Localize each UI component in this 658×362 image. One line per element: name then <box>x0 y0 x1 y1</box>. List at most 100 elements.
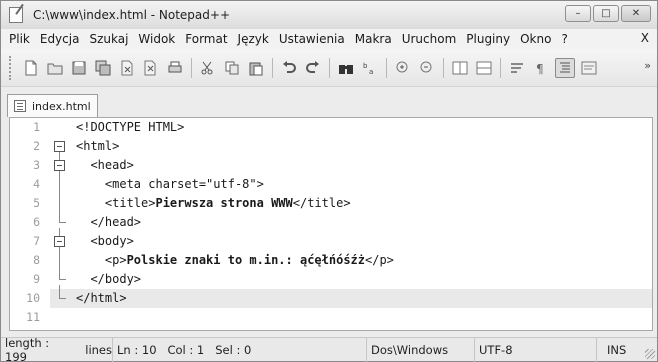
undo-icon[interactable] <box>279 58 299 78</box>
menu-widok[interactable]: Widok <box>133 32 180 46</box>
toolbar-separator <box>386 57 387 78</box>
code-line[interactable]: 2 <html> <box>10 137 652 156</box>
code-fragment: </title> <box>292 196 351 210</box>
status-length-lines: length : 199 lines <box>1 336 113 362</box>
status-insert-mode[interactable]: INS <box>597 338 641 362</box>
cut-icon[interactable] <box>198 58 218 78</box>
toolbar-overflow-button[interactable]: » <box>644 59 651 72</box>
line-number: 6 <box>10 213 50 232</box>
open-file-icon[interactable] <box>45 58 65 78</box>
menu-makra[interactable]: Makra <box>350 32 397 46</box>
tab-index-html[interactable]: index.html <box>7 94 98 117</box>
menu-plik[interactable]: Plik <box>1 32 35 46</box>
code-line[interactable]: 5 <title>Pierwsza strona WWW</title> <box>10 194 652 213</box>
fold-toggle-icon[interactable] <box>54 141 65 152</box>
code-line[interactable]: 6 </head> <box>10 213 652 232</box>
status-bar: length : 199 lines Ln : 10 Col : 1 Sel :… <box>1 336 657 362</box>
save-all-icon[interactable] <box>93 58 113 78</box>
status-encoding[interactable]: UTF-8 <box>475 337 597 362</box>
fold-end-marker <box>59 213 66 223</box>
zoom-out-icon[interactable] <box>417 58 437 78</box>
window-title: C:\www\index.html - Notepad++ <box>33 8 230 22</box>
fold-line <box>59 251 60 270</box>
code-fragment: </p> <box>365 253 394 267</box>
close-icon[interactable] <box>117 58 137 78</box>
toolbar-separator <box>500 57 501 78</box>
maximize-button[interactable]: □ <box>593 5 619 22</box>
status-lines-label: lines <box>85 342 112 357</box>
fold-toggle-icon[interactable] <box>54 160 65 171</box>
menu-ustawienia[interactable]: Ustawienia <box>274 32 350 46</box>
fold-margin <box>50 213 70 232</box>
menu-edycja[interactable]: Edycja <box>35 32 85 46</box>
fold-end-marker <box>59 270 66 280</box>
menu-uruchom[interactable]: Uruchom <box>397 32 462 46</box>
code-line[interactable]: 8 <p>Polskie znaki to m.in.: ąćęłńóśźż</… <box>10 251 652 270</box>
code-line[interactable]: 7 <body> <box>10 232 652 251</box>
window-controls: – □ ✕ <box>565 5 651 22</box>
code-text: <meta charset="utf-8"> <box>76 177 264 191</box>
menu-pluginy[interactable]: Pluginy <box>461 32 515 46</box>
menu-jezyk[interactable]: Język <box>233 32 274 46</box>
show-all-chars-icon[interactable]: ¶ <box>531 58 551 78</box>
svg-text:¶: ¶ <box>536 62 544 76</box>
line-number: 4 <box>10 175 50 194</box>
notepadpp-app-icon[interactable] <box>9 7 23 23</box>
code-text: <body> <box>76 234 134 248</box>
close-window-button[interactable]: ✕ <box>621 5 651 22</box>
close-all-icon[interactable] <box>141 58 161 78</box>
print-icon[interactable] <box>165 58 185 78</box>
indent-guide-icon[interactable] <box>555 57 575 78</box>
resize-grip[interactable] <box>645 349 655 359</box>
fold-line <box>59 175 60 194</box>
toolbar-grip[interactable] <box>9 55 13 80</box>
zoom-in-icon[interactable] <box>393 58 413 78</box>
menu-okno[interactable]: Okno <box>515 32 556 46</box>
fold-line <box>59 194 60 213</box>
svg-text:b: b <box>363 62 368 70</box>
code-line[interactable]: 11 <box>10 308 652 327</box>
copy-icon[interactable] <box>222 58 242 78</box>
sync-vertical-icon[interactable] <box>450 58 470 78</box>
code-editor[interactable]: 1 <!DOCTYPE HTML> 2 <html> 3 <head> 4 <m… <box>9 117 653 331</box>
code-text: <head> <box>76 158 134 172</box>
fold-margin <box>50 289 70 308</box>
find-icon[interactable] <box>336 58 356 78</box>
status-eol[interactable]: Dos\Windows <box>367 337 475 362</box>
new-file-icon[interactable] <box>21 58 41 78</box>
toolbar-separator <box>191 57 192 78</box>
code-text: <title>Pierwsza strona WWW</title> <box>70 194 351 213</box>
language-icon[interactable] <box>579 58 599 78</box>
minimize-button[interactable]: – <box>565 5 591 22</box>
status-col: Col : 1 <box>167 342 205 357</box>
line-number: 2 <box>10 137 50 156</box>
menu-szukaj[interactable]: Szukaj <box>84 32 133 46</box>
save-icon[interactable] <box>69 58 89 78</box>
close-document-button[interactable]: X <box>641 31 649 45</box>
code-line[interactable]: 3 <head> <box>10 156 652 175</box>
tab-bar: index.html <box>1 87 657 117</box>
redo-icon[interactable] <box>303 58 323 78</box>
toolbar: ba ¶ » <box>1 49 657 87</box>
fold-margin <box>50 251 70 270</box>
code-text: <html> <box>76 139 120 153</box>
status-sel: Sel : 0 <box>215 342 252 357</box>
word-wrap-icon[interactable] <box>507 58 527 78</box>
fold-margin <box>50 118 70 137</box>
fold-toggle-icon[interactable] <box>54 236 65 247</box>
fold-end-marker <box>59 289 66 299</box>
code-line[interactable]: 1 <!DOCTYPE HTML> <box>10 118 652 137</box>
title-bar: C:\www\index.html - Notepad++ – □ ✕ <box>1 1 657 29</box>
sync-horizontal-icon[interactable] <box>474 58 494 78</box>
menu-format[interactable]: Format <box>180 32 232 46</box>
paste-icon[interactable] <box>246 58 266 78</box>
tab-label: index.html <box>32 99 91 113</box>
replace-icon[interactable]: ba <box>360 58 380 78</box>
document-icon <box>14 100 26 112</box>
toolbar-separator <box>443 57 444 78</box>
code-line[interactable]: 9 </body> <box>10 270 652 289</box>
code-line-current[interactable]: 10 </html> <box>10 289 652 308</box>
code-line[interactable]: 4 <meta charset="utf-8"> <box>10 175 652 194</box>
menu-help[interactable]: ? <box>556 32 572 46</box>
